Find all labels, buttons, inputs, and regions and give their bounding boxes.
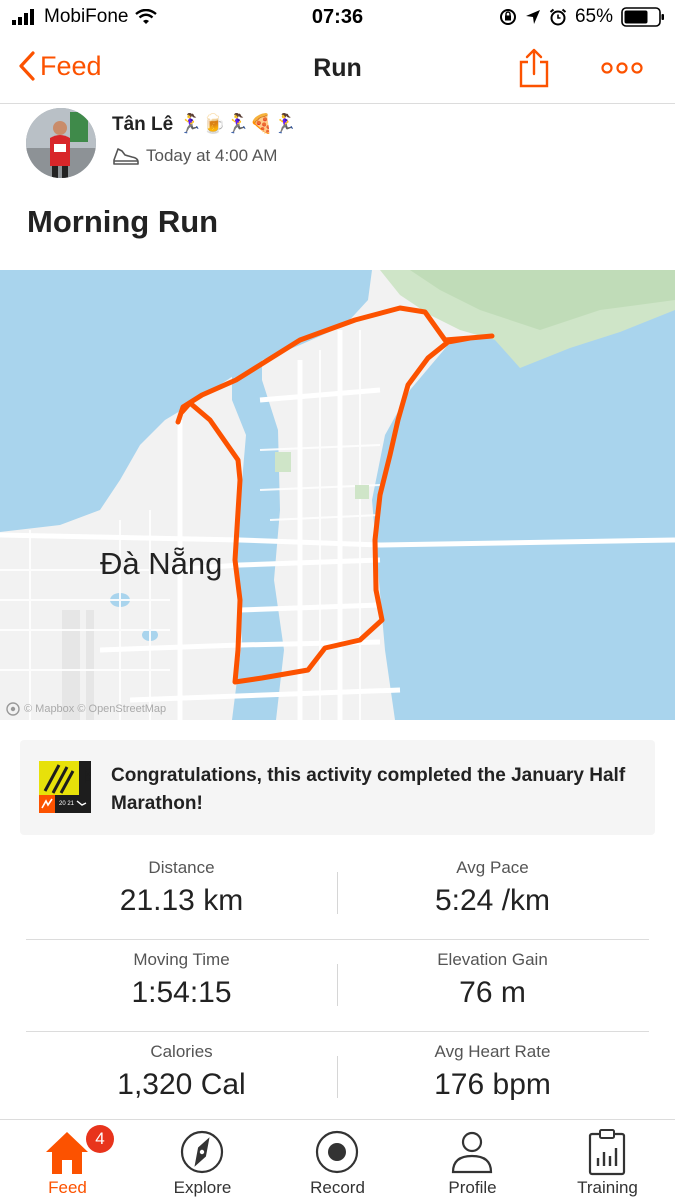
stat-moving-time: Moving Time 1:54:15 (26, 950, 337, 1010)
stat-label: Elevation Gain (437, 950, 548, 969)
stat-value: 1,320 Cal (117, 1068, 246, 1101)
battery-icon (621, 7, 664, 27)
status-bar: MobiFone 07:36 65% (0, 0, 675, 36)
tab-training[interactable]: Training (540, 1120, 675, 1201)
home-icon (46, 1132, 88, 1174)
more-options-icon[interactable] (600, 58, 644, 78)
activity-title: Morning Run (27, 204, 219, 239)
mapbox-logo-icon (6, 702, 20, 716)
compass-icon (180, 1130, 224, 1174)
stat-value: 21.13 km (119, 884, 244, 917)
stat-value: 76 m (459, 976, 526, 1009)
stat-value: 5:24 /km (434, 884, 551, 917)
location-arrow-icon (525, 10, 540, 24)
tab-record[interactable]: Record (270, 1120, 405, 1201)
profile-icon (451, 1131, 493, 1174)
tab-label: Training (577, 1178, 638, 1197)
athlete-name[interactable]: Tân Lê 🏃‍♀️🍺🏃‍♀️🍕🏃‍♀️ (112, 112, 297, 136)
map-attribution-text: © Mapbox © OpenStreetMap (24, 703, 167, 715)
rotation-lock-icon (499, 9, 516, 25)
avatar-photo (26, 108, 96, 178)
back-label: Feed (40, 50, 102, 81)
tab-feed[interactable]: 4 Feed (0, 1120, 135, 1201)
stat-value: 1:54:15 (131, 976, 232, 1009)
shoe-icon (113, 148, 139, 165)
athlete-header: Tân Lê 🏃‍♀️🍺🏃‍♀️🍕🏃‍♀️ Today at 4:00 AM (26, 108, 646, 178)
map-attribution[interactable]: © Mapbox © OpenStreetMap (6, 702, 166, 716)
notification-badge: 4 (86, 1125, 114, 1153)
stat-label: Moving Time (133, 950, 230, 969)
stat-label: Distance (148, 858, 215, 877)
badge-year-text: 20 21 (59, 801, 75, 807)
tab-label: Profile (448, 1178, 497, 1197)
challenge-text: Congratulations, this activity completed… (111, 765, 626, 814)
stat-distance: Distance 21.13 km (26, 858, 337, 918)
stat-label: Avg Pace (456, 858, 529, 877)
stat-avg-heart-rate: Avg Heart Rate 176 bpm (337, 1042, 648, 1102)
tab-explore[interactable]: Explore (135, 1120, 270, 1201)
activity-date: Today at 4:00 AM (112, 146, 277, 166)
clipboard-chart-icon (588, 1129, 626, 1176)
nav-bar: Feed Run (0, 36, 675, 104)
chevron-left-icon (19, 51, 35, 81)
stat-row: Distance 21.13 km Avg Pace 5:24 /km (26, 848, 649, 940)
tab-label: Record (310, 1178, 365, 1197)
record-icon (315, 1130, 359, 1174)
challenge-badge-icon: 13.1 20 21 (39, 761, 91, 813)
stat-value: 176 bpm (434, 1068, 551, 1101)
route-map[interactable]: Đà Nẵng © Mapbox © OpenStreetMap (0, 270, 675, 720)
stat-avg-pace: Avg Pace 5:24 /km (337, 858, 648, 918)
share-icon[interactable] (518, 48, 550, 88)
stat-row: Moving Time 1:54:15 Elevation Gain 76 m (26, 940, 649, 1032)
badge-distance-text: 13.1 (83, 767, 91, 783)
tab-profile[interactable]: Profile (405, 1120, 540, 1201)
stats-grid: Distance 21.13 km Avg Pace 5:24 /km Movi… (26, 848, 649, 1124)
challenge-banner[interactable]: 13.1 20 21 Congratulations, this activit… (20, 740, 655, 835)
stat-row: Calories 1,320 Cal Avg Heart Rate 176 bp… (26, 1032, 649, 1124)
tab-label: Feed (48, 1178, 87, 1197)
avatar[interactable] (26, 108, 96, 178)
tab-label: Explore (173, 1178, 232, 1197)
back-button[interactable]: Feed (18, 50, 102, 82)
battery-percent: 65% (574, 6, 613, 27)
stat-label: Calories (150, 1042, 213, 1061)
activity-date-text: Today at 4:00 AM (146, 146, 278, 165)
map-canvas (0, 270, 675, 720)
alarm-icon (549, 8, 567, 26)
stat-label: Avg Heart Rate (434, 1042, 551, 1061)
status-right: 65% (499, 6, 665, 28)
map-city-label: Đà Nẵng (100, 546, 223, 581)
tab-bar: 4 Feed Explore Record Profile Training (0, 1119, 675, 1200)
stat-calories: Calories 1,320 Cal (26, 1042, 337, 1102)
stat-elevation-gain: Elevation Gain 76 m (337, 950, 648, 1010)
